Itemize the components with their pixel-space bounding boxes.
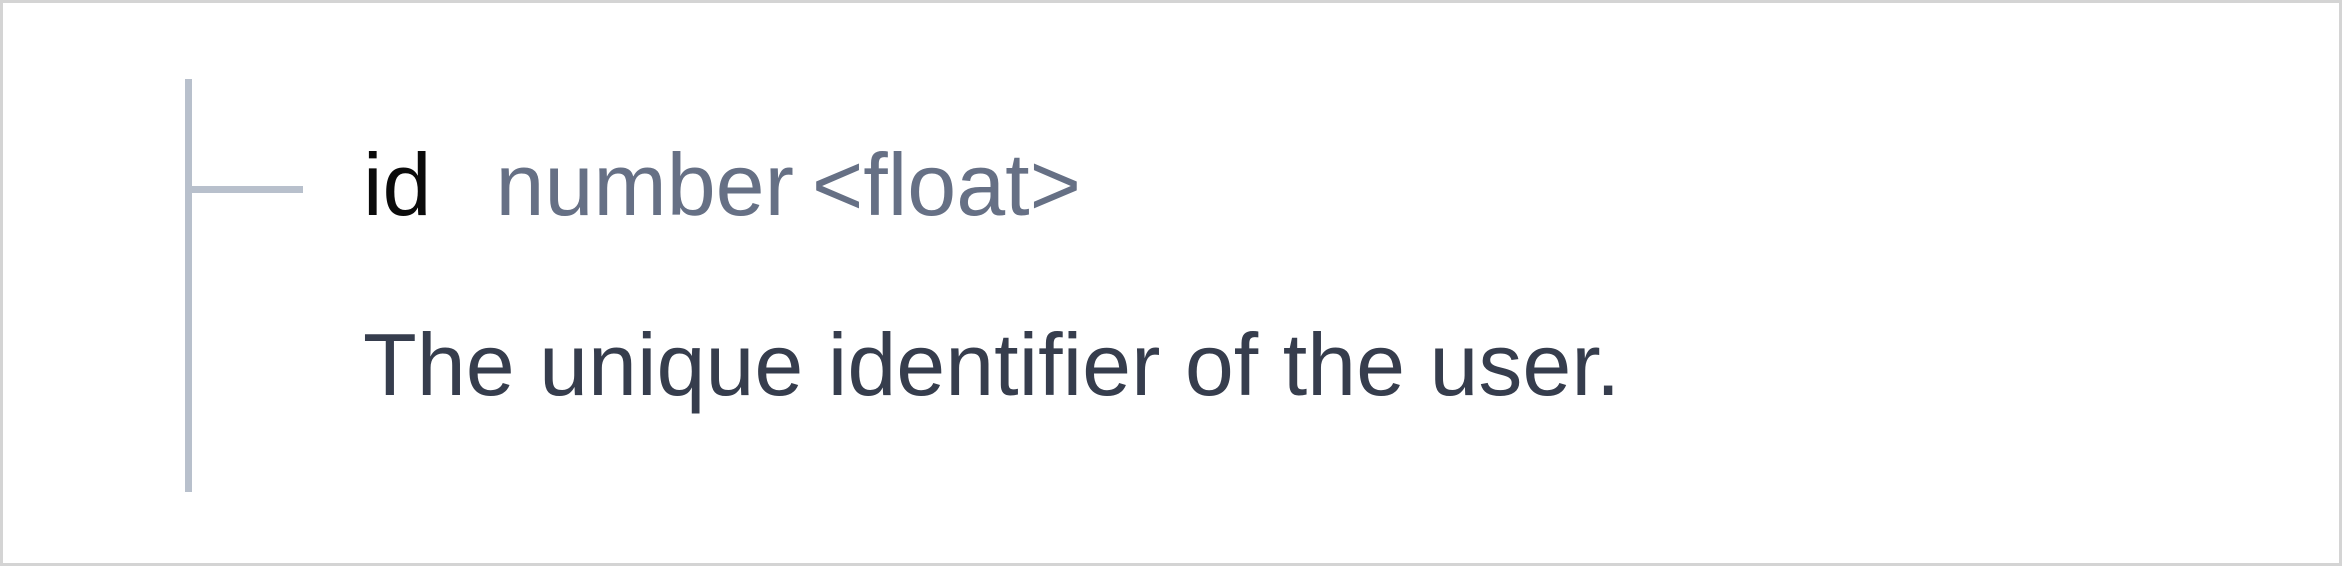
schema-field-card: id number <float> The unique identifier … bbox=[0, 0, 2342, 566]
field-name: id bbox=[363, 135, 432, 234]
field-header: id number <float> bbox=[363, 141, 1081, 241]
tree-connector-vertical bbox=[185, 79, 192, 492]
field-type: number bbox=[495, 135, 794, 234]
field-format: <float> bbox=[811, 135, 1081, 234]
tree-connector-horizontal bbox=[185, 186, 303, 193]
field-description: The unique identifier of the user. bbox=[363, 315, 1621, 414]
